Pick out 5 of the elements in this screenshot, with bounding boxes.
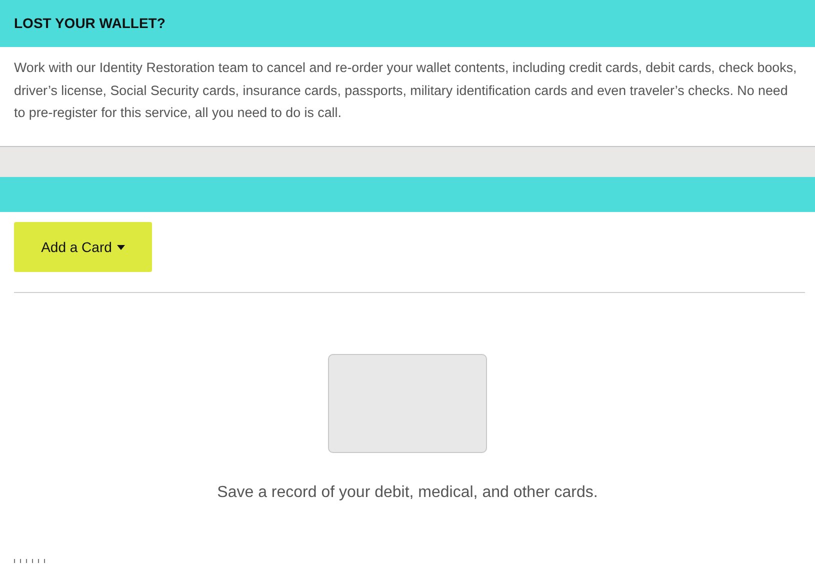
add-card-button[interactable]: Add a Card — [14, 222, 152, 272]
empty-state-message: Save a record of your debit, medical, and other cards. — [217, 483, 598, 503]
caret-icon — [116, 244, 125, 250]
description-text: Work with our Identity Restoration team to cancel and re-order your wallet contents, including credit cards, debit cards, check books, driver’s license, Social Security cards, insurance cards, passports, military identification cards and even traveler’s checks. No need to pre-register for this service, all you need to do is call. — [13, 59, 798, 122]
section-title: LOST YOUR WALLET? — [14, 14, 166, 33]
